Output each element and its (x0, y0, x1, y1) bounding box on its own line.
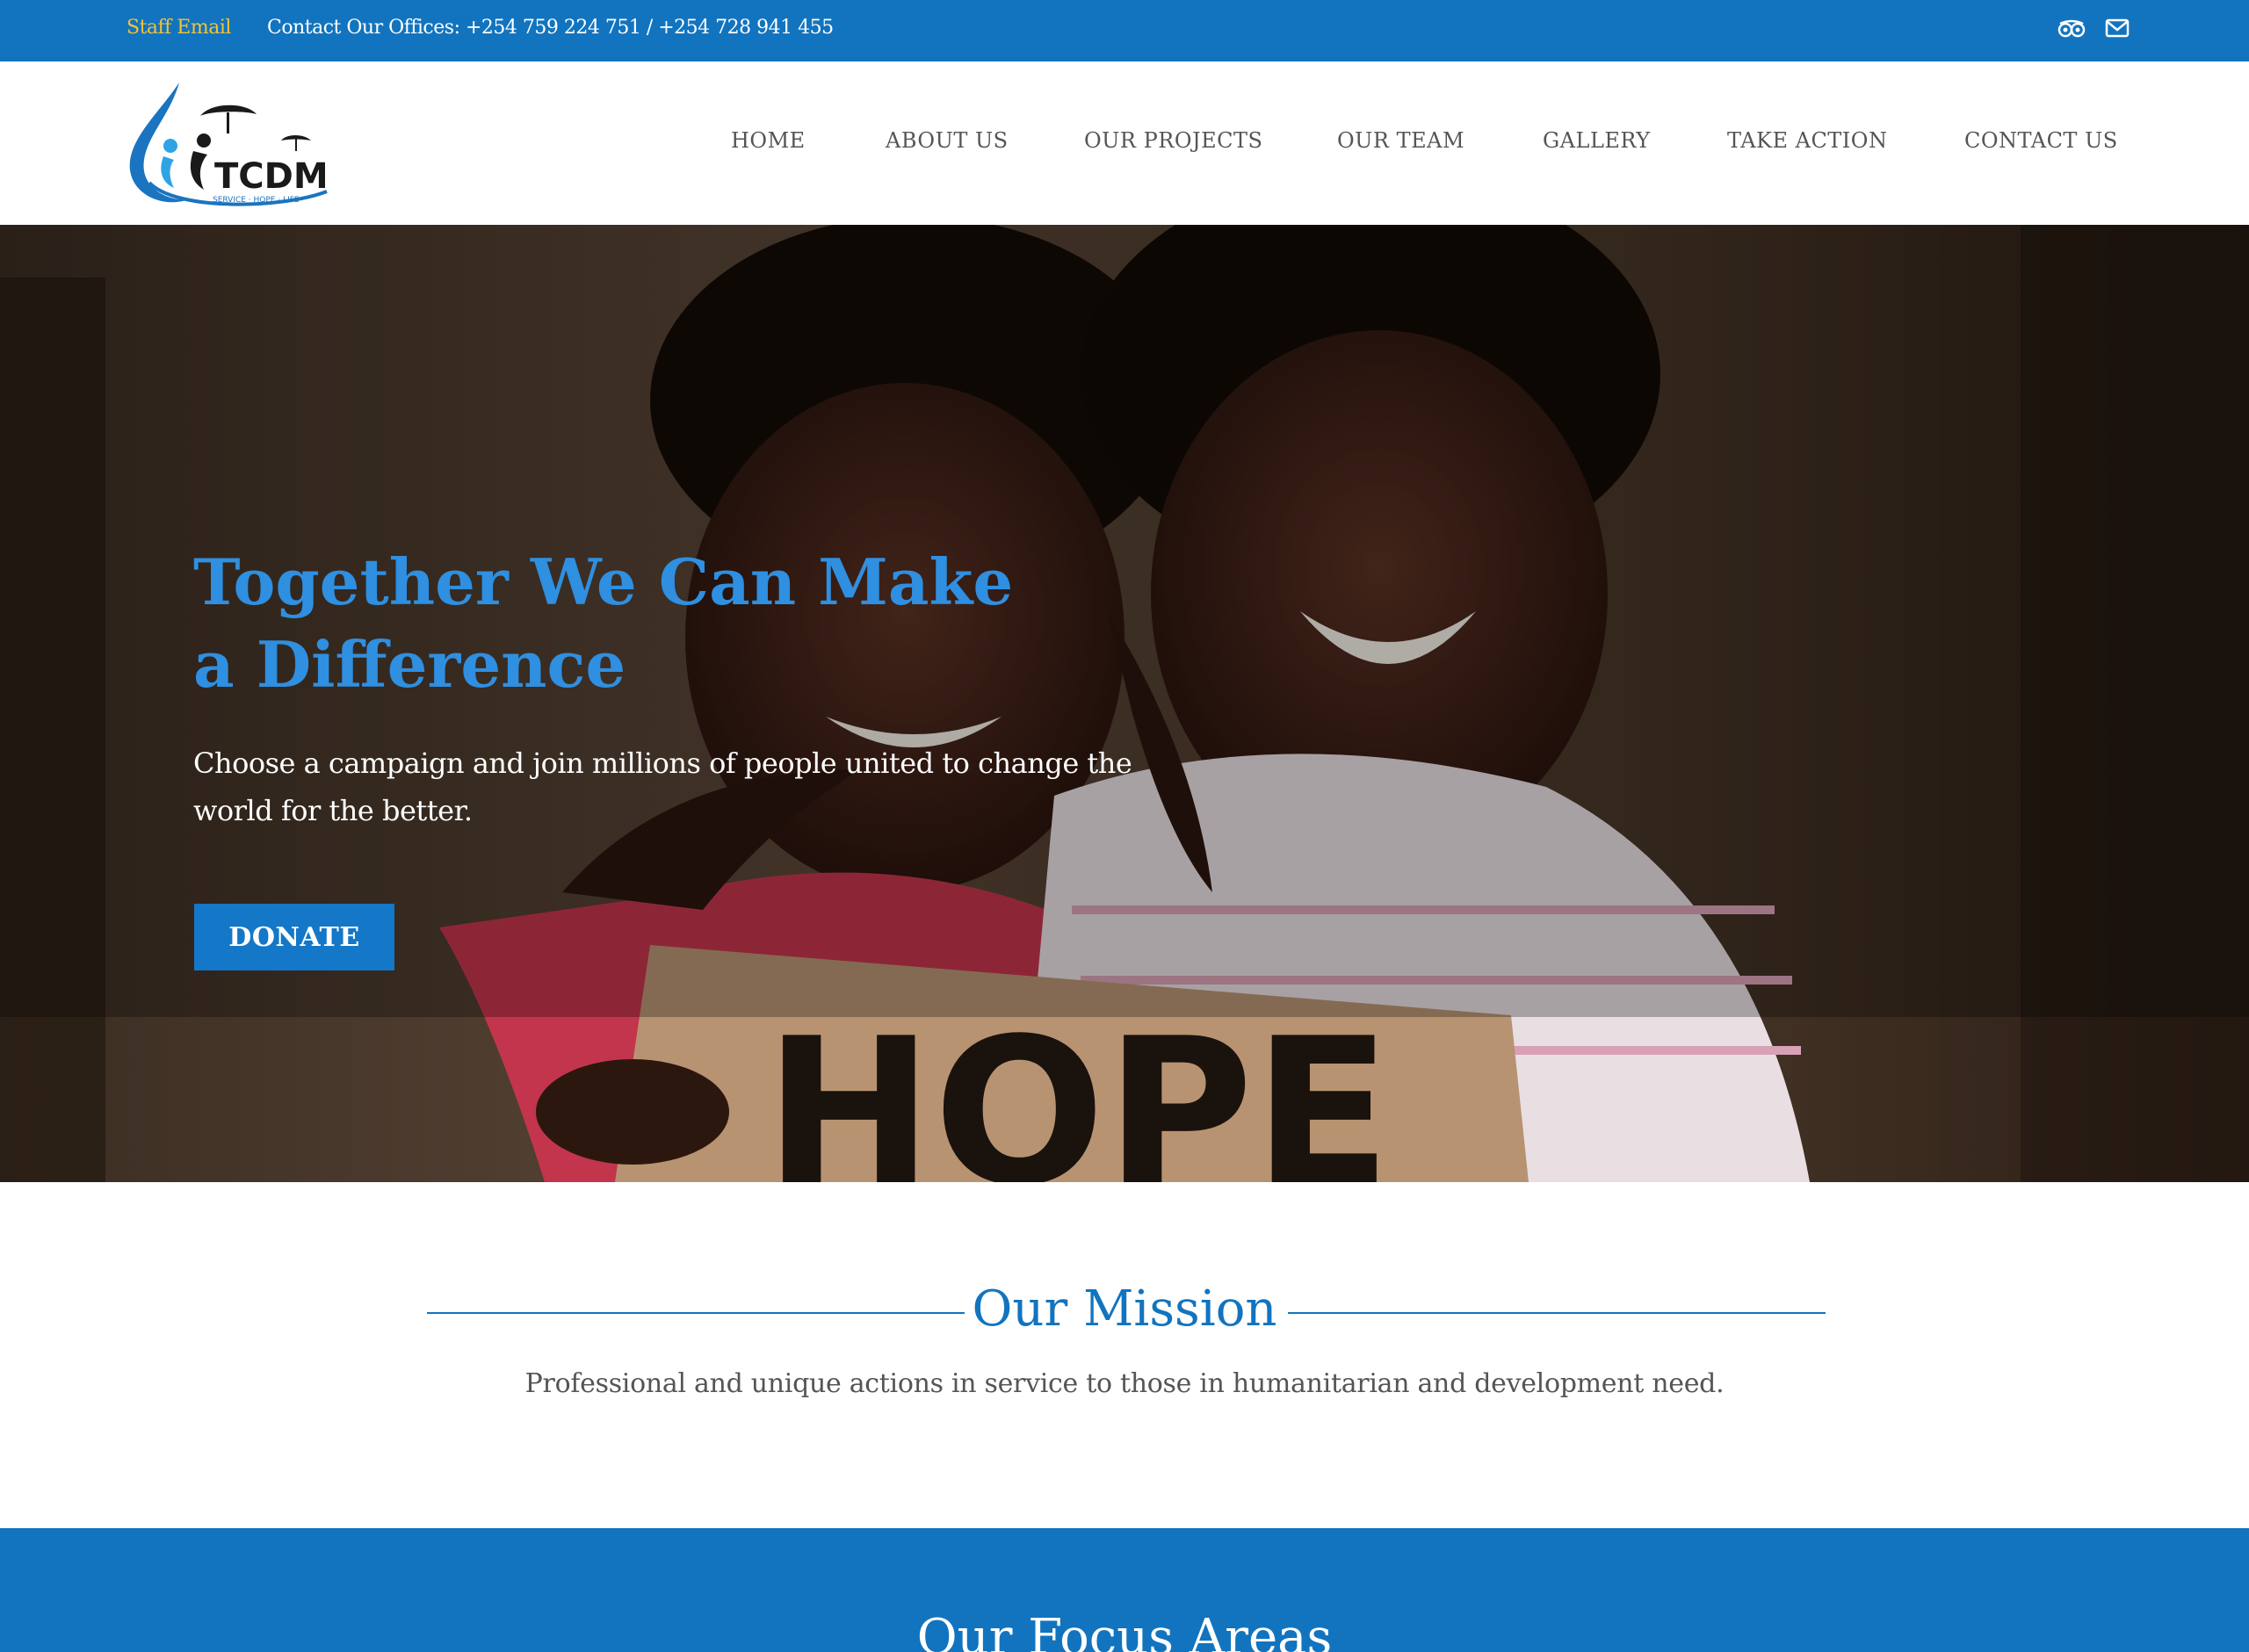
tripadvisor-icon[interactable] (2057, 19, 2086, 39)
logo-wordmark: TCDM (214, 156, 329, 197)
mission-divider-left (427, 1312, 965, 1314)
mission-title: Our Mission (972, 1280, 1277, 1338)
nav-our-team[interactable]: OUR TEAM (1337, 128, 1464, 153)
nav-contact-us[interactable]: CONTACT US (1964, 128, 2118, 153)
hero-banner: HOPE Together We Can Make a Difference C… (0, 225, 2249, 1182)
contact-offices-text: Contact Our Offices: +254 759 224 751 / … (267, 17, 834, 39)
hero-subtitle: Choose a campaign and join millions of p… (193, 747, 1132, 827)
nav-home[interactable]: HOME (731, 128, 806, 153)
mission-statement: Professional and unique actions in servi… (524, 1368, 1725, 1399)
logo-tagline: SERVICE · HOPE · LIFE (213, 196, 300, 205)
nav-take-action[interactable]: TAKE ACTION (1727, 128, 1887, 153)
focus-areas-title: Our Focus Areas (916, 1609, 1333, 1652)
nav-our-projects[interactable]: OUR PROJECTS (1084, 128, 1262, 153)
mission-divider-right (1288, 1312, 1826, 1314)
top-bar: Staff Email Contact Our Offices: +254 75… (0, 0, 2249, 61)
hero-title: Together We Can Make a Difference (193, 545, 1014, 702)
staff-email-link[interactable]: Staff Email (127, 17, 231, 39)
nav-gallery[interactable]: GALLERY (1543, 128, 1651, 153)
site-header: TCDM SERVICE · HOPE · LIFE HOME ABOUT US… (0, 61, 2249, 225)
tcdm-logo[interactable]: TCDM SERVICE · HOPE · LIFE (123, 79, 334, 211)
mission-section: Our Mission Professional and unique acti… (0, 1182, 2249, 1528)
focus-areas-section: Our Focus Areas (0, 1528, 2249, 1652)
mail-icon[interactable] (2105, 18, 2130, 38)
hope-sign-text: HOPE (764, 996, 1392, 1182)
donate-button[interactable]: DONATE (194, 904, 394, 970)
nav-about-us[interactable]: ABOUT US (886, 128, 1009, 153)
